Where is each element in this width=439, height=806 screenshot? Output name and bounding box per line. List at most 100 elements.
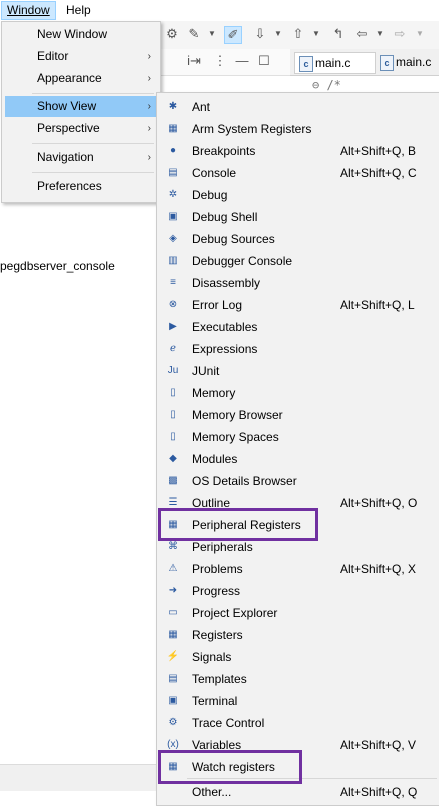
os-details-icon: ▩: [168, 475, 178, 486]
highlight-box-peripheral-registers: [158, 508, 318, 541]
memory-browser-icon: ▯: [170, 409, 176, 420]
view-item[interactable]: ▣ Terminal: [160, 690, 439, 712]
view-item[interactable]: ✲ Debug: [160, 184, 439, 206]
last-edit-icon[interactable]: ↰: [330, 26, 346, 42]
problems-icon: ⚠: [168, 563, 178, 574]
view-item[interactable]: ▤ Console Alt+Shift+Q, C: [160, 162, 439, 184]
view-item-label: Other...: [192, 785, 232, 799]
view-item-shortcut: Alt+Shift+Q, C: [340, 166, 417, 180]
chevron-down-icon[interactable]: ▼: [270, 26, 286, 42]
forward-icon[interactable]: ⇨: [392, 26, 408, 42]
view-item-label: Memory Browser: [192, 408, 283, 422]
menu-help[interactable]: Help: [61, 2, 96, 19]
menu-item-show-view[interactable]: Show View ›: [5, 96, 157, 117]
view-item[interactable]: ▤ Templates: [160, 668, 439, 690]
highlight-toggle-icon[interactable]: ✐: [224, 26, 242, 44]
view-item-label: Memory: [192, 386, 236, 400]
view-item[interactable]: ● Breakpoints Alt+Shift+Q, B: [160, 140, 439, 162]
view-item-label: JUnit: [192, 364, 220, 378]
up-arrow-icon[interactable]: ⇧: [290, 26, 306, 42]
menu-bar: Window Help: [0, 0, 439, 21]
view-item[interactable]: ◈ Debug Sources: [160, 228, 439, 250]
executables-icon: ▶: [169, 321, 177, 332]
view-item[interactable]: ▦ Arm System Registers: [160, 118, 439, 140]
chevron-down-icon[interactable]: ▼: [372, 26, 388, 42]
view-item-label: Problems: [192, 562, 243, 576]
terminal-icon: ▣: [168, 695, 178, 706]
view-item-label: Registers: [192, 628, 243, 642]
menu-separator: [32, 93, 154, 94]
view-item[interactable]: ▯ Memory Browser: [160, 404, 439, 426]
editor-tab[interactable]: c main.c: [376, 52, 439, 72]
modules-icon: ◆: [169, 453, 177, 464]
menu-dots-icon[interactable]: ⋮: [212, 53, 228, 69]
view-item[interactable]: ✱ Ant: [160, 96, 439, 118]
view-item[interactable]: ◆ Modules: [160, 448, 439, 470]
menu-item-appearance[interactable]: Appearance ›: [5, 68, 157, 89]
main-toolbar: ⚙ ✎ ▼ ✐ ⇩ ▼ ⇧ ▼ ↰ ⇦ ▼ ⇨ ▼: [158, 21, 439, 50]
view-item[interactable]: Other... Alt+Shift+Q, Q: [160, 781, 439, 803]
progress-icon: ➜: [168, 585, 178, 596]
step-into-icon[interactable]: i⇥: [186, 53, 202, 69]
view-item[interactable]: ℯ Expressions: [160, 338, 439, 360]
view-item[interactable]: ▥ Debugger Console: [160, 250, 439, 272]
peripherals-icon: ⌘: [168, 541, 178, 552]
editor-tab[interactable]: c main.c: [294, 52, 376, 74]
editor-tab-label: main.c: [396, 55, 432, 69]
templates-icon: ▤: [168, 673, 178, 684]
menu-item-label: Appearance: [37, 71, 102, 85]
view-item[interactable]: ⚙ Trace Control: [160, 712, 439, 734]
view-item[interactable]: ⚠ Problems Alt+Shift+Q, X: [160, 558, 439, 580]
view-item-shortcut: Alt+Shift+Q, V: [340, 738, 417, 752]
console-name: pegdbserver_console: [0, 259, 115, 273]
view-item-label: Console: [192, 166, 237, 180]
view-item[interactable]: Ju JUnit: [160, 360, 439, 382]
chevron-down-icon[interactable]: ▼: [308, 26, 324, 42]
submenu-arrow-icon: ›: [147, 101, 151, 112]
view-item-label: Executables: [192, 320, 258, 334]
view-item-label: Disassembly: [192, 276, 261, 290]
view-item-label: Expressions: [192, 342, 258, 356]
view-item-label: Progress: [192, 584, 241, 598]
debug-icon: ✲: [168, 189, 178, 200]
project-explorer-icon: ▭: [168, 607, 178, 618]
chevron-down-icon[interactable]: ▼: [412, 26, 428, 42]
view-item[interactable]: ➜ Progress: [160, 580, 439, 602]
memory-icon: ▯: [170, 387, 176, 398]
view-item[interactable]: ⊗ Error Log Alt+Shift+Q, L: [160, 294, 439, 316]
view-item[interactable]: ▭ Project Explorer: [160, 602, 439, 624]
submenu-arrow-icon: ›: [147, 123, 151, 134]
view-item-label: Error Log: [192, 298, 243, 312]
pen-icon[interactable]: ✎: [186, 26, 202, 42]
down-arrow-icon[interactable]: ⇩: [252, 26, 268, 42]
view-item-label: Ant: [192, 100, 211, 114]
view-item[interactable]: ▶ Executables: [160, 316, 439, 338]
view-item[interactable]: ▦ Registers: [160, 624, 439, 646]
signals-icon: ⚡: [166, 651, 180, 662]
menu-window[interactable]: Window: [1, 1, 56, 20]
view-item-label: Memory Spaces: [192, 430, 279, 444]
view-item-shortcut: Alt+Shift+Q, L: [340, 298, 415, 312]
view-item[interactable]: ▣ Debug Shell: [160, 206, 439, 228]
menu-item-new-window[interactable]: New Window: [5, 24, 157, 45]
view-item-label: Debug Shell: [192, 210, 258, 224]
view-item[interactable]: ⚡ Signals: [160, 646, 439, 668]
view-item-label: Arm System Registers: [192, 122, 312, 136]
view-item[interactable]: ≡ Disassembly: [160, 272, 439, 294]
view-item[interactable]: ▯ Memory Spaces: [160, 426, 439, 448]
minimize-icon[interactable]: —: [234, 53, 250, 69]
menu-item-perspective[interactable]: Perspective ›: [5, 118, 157, 139]
maximize-icon[interactable]: ☐: [256, 53, 272, 69]
menu-item-preferences[interactable]: Preferences: [5, 176, 157, 197]
back-icon[interactable]: ⇦: [354, 26, 370, 42]
chevron-down-icon[interactable]: ▼: [204, 26, 220, 42]
gear-icon[interactable]: ⚙: [164, 26, 180, 42]
view-item-label: Project Explorer: [192, 606, 278, 620]
view-item[interactable]: ▩ OS Details Browser: [160, 470, 439, 492]
menu-item-navigation[interactable]: Navigation ›: [5, 147, 157, 168]
window-menu: New Window Editor › Appearance › Show Vi…: [1, 21, 161, 203]
menu-item-editor[interactable]: Editor ›: [5, 46, 157, 67]
menu-item-label: Editor: [37, 49, 69, 63]
view-item-label: Debug Sources: [192, 232, 275, 246]
view-item[interactable]: ▯ Memory: [160, 382, 439, 404]
